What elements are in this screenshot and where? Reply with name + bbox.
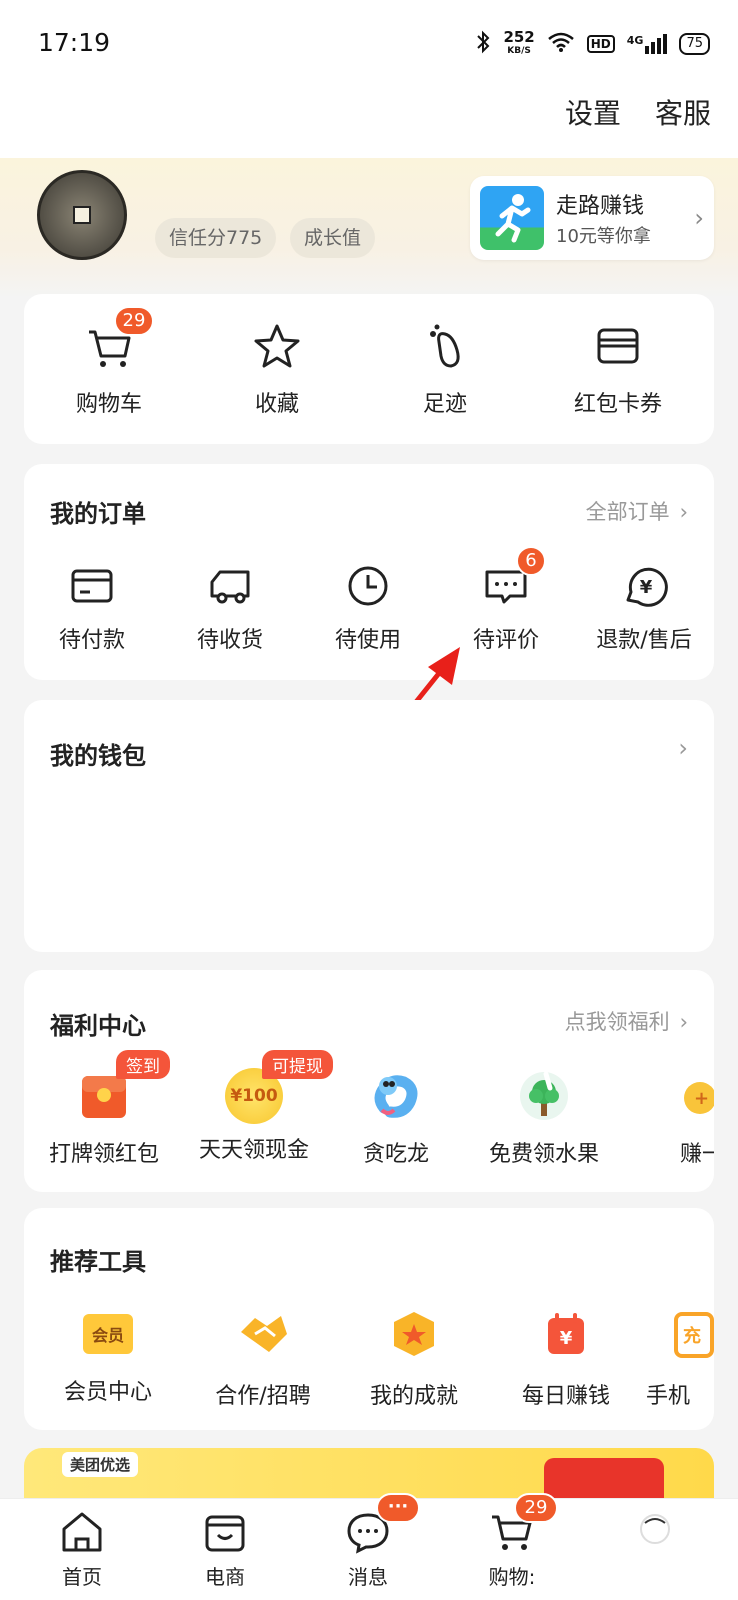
- welfare-card: 福利中心 点我领福利 › 签到 打牌领红包 ¥100 可提现 天天领现金 贪吃龙 …: [24, 970, 714, 1192]
- trust-score-pill[interactable]: 信任分775: [155, 218, 277, 258]
- tool-daily-earn[interactable]: ¥ 每日赚钱: [496, 1308, 636, 1410]
- welfare-card-game[interactable]: 签到 打牌领红包: [34, 1050, 174, 1168]
- payment-card-icon: [68, 562, 116, 614]
- home-icon: [58, 1509, 106, 1559]
- order-pending-receipt[interactable]: 待收货: [180, 562, 280, 654]
- fruit-tree-icon: [516, 1068, 572, 1128]
- tool-member-center[interactable]: 会员 会员中心: [38, 1308, 178, 1406]
- cart-badge: 29: [114, 306, 154, 336]
- growth-value-pill[interactable]: 成长值: [290, 218, 376, 258]
- network-speed: 252 KB/S: [503, 28, 535, 57]
- battery-icon: 75: [679, 33, 710, 55]
- all-orders-link[interactable]: 全部订单 ›: [586, 496, 688, 526]
- coin-plus-icon: +: [672, 1068, 714, 1128]
- welfare-title: 福利中心: [50, 1012, 146, 1040]
- chevron-right-icon[interactable]: ›: [678, 734, 688, 762]
- welfare-daily-cash[interactable]: ¥100 可提现 天天领现金: [184, 1050, 333, 1164]
- walk-card-title: 走路赚钱: [556, 194, 645, 219]
- coupons-link[interactable]: 红包卡券: [558, 320, 678, 418]
- cart-tab-badge: 29: [514, 1493, 558, 1523]
- tool-cooperation[interactable]: 合作/招聘: [188, 1308, 338, 1410]
- status-bar: 17:19 252 KB/S HD 4G 75: [0, 0, 738, 80]
- svg-text:+: +: [694, 1088, 709, 1109]
- clock-icon: [344, 562, 392, 614]
- dragon-icon: [368, 1068, 424, 1128]
- tab-profile[interactable]: [605, 1509, 705, 1559]
- tool-phone-recharge[interactable]: 充 手机: [646, 1308, 714, 1410]
- review-badge: 6: [516, 546, 546, 576]
- walk-earn-card[interactable]: 走路赚钱 10元等你拿 ›: [470, 176, 714, 260]
- welfare-snake-game[interactable]: 贪吃龙: [336, 1068, 456, 1168]
- messages-badge: ···: [376, 1493, 420, 1523]
- chevron-right-icon: ›: [679, 1010, 688, 1034]
- chevron-right-icon: ›: [679, 500, 688, 524]
- bottom-tab-bar: 首页 电商 ··· 消息 29 购物:: [0, 1493, 738, 1600]
- quick-links-card: 29 购物车 收藏 足迹 红包卡券: [24, 294, 714, 444]
- tools-card: 推荐工具 会员 会员中心 合作/招聘 我的成就 ¥ 每日赚钱 充 手机: [24, 1208, 714, 1430]
- footprint-icon: [419, 320, 471, 376]
- handshake-icon: [237, 1308, 289, 1364]
- tool-achievements[interactable]: 我的成就: [344, 1308, 484, 1410]
- tools-title: 推荐工具: [50, 1248, 146, 1276]
- tab-ecommerce[interactable]: 电商: [175, 1509, 275, 1590]
- tab-cart[interactable]: 29 购物:: [462, 1493, 562, 1590]
- orders-card: 我的订单 全部订单 › 待付款 待收货 待使用 6 待评价 ¥ 退款/售后: [24, 464, 714, 680]
- wallet-card[interactable]: 我的钱包 ›: [24, 700, 714, 952]
- order-pending-use[interactable]: 待使用: [318, 562, 418, 654]
- svg-text:¥: ¥: [640, 577, 653, 598]
- favorites-link[interactable]: 收藏: [222, 320, 332, 418]
- truck-icon: [206, 562, 254, 614]
- order-pending-review[interactable]: 6 待评价: [456, 546, 556, 654]
- shopping-bag-icon: [201, 1509, 249, 1559]
- avatar[interactable]: [37, 170, 127, 260]
- status-icons: 252 KB/S HD 4G 75: [475, 28, 710, 60]
- welfare-free-fruit[interactable]: 免费领水果: [474, 1068, 614, 1168]
- signin-tag: 签到: [116, 1050, 170, 1079]
- hd-icon: HD: [586, 35, 615, 53]
- member-icon: 会员: [83, 1314, 133, 1354]
- running-man-icon: [480, 186, 544, 250]
- tab-messages[interactable]: ··· 消息: [318, 1493, 420, 1590]
- wallet-card-icon: [592, 320, 644, 376]
- customer-service-button[interactable]: 客服: [655, 92, 711, 132]
- svg-text:充: 充: [683, 1325, 701, 1347]
- top-bar: 设置 客服: [0, 80, 738, 158]
- footprint-link[interactable]: 足迹: [390, 320, 500, 418]
- order-pending-payment[interactable]: 待付款: [42, 562, 142, 654]
- signal-icon: 4G: [627, 34, 668, 54]
- cart-link[interactable]: 29 购物车: [54, 306, 164, 418]
- bluetooth-icon: [475, 30, 491, 59]
- withdraw-tag: 可提现: [262, 1050, 333, 1079]
- settings-button[interactable]: 设置: [565, 92, 621, 132]
- svg-text:¥: ¥: [560, 1328, 573, 1349]
- orders-title: 我的订单: [50, 500, 146, 528]
- walk-card-subtitle: 10元等你拿: [556, 226, 651, 247]
- refund-icon: ¥: [620, 562, 668, 614]
- order-refund[interactable]: ¥ 退款/售后: [584, 562, 704, 654]
- tab-home[interactable]: 首页: [32, 1509, 132, 1590]
- wallet-title: 我的钱包: [50, 742, 146, 770]
- profile-avatar-icon: [631, 1509, 679, 1559]
- calendar-yen-icon: ¥: [540, 1308, 592, 1364]
- chevron-right-icon: ›: [694, 204, 704, 232]
- meituan-logo: 美团优选: [62, 1452, 139, 1477]
- welfare-link[interactable]: 点我领福利 ›: [565, 1006, 688, 1036]
- wifi-icon: [547, 31, 575, 58]
- medal-icon: [388, 1308, 440, 1364]
- status-time: 17:19: [38, 28, 111, 57]
- welfare-earn-more[interactable]: + 赚一: [642, 1068, 714, 1168]
- recharge-icon: 充: [672, 1308, 714, 1364]
- coin-hole-icon: [73, 206, 91, 224]
- star-icon: [251, 320, 303, 376]
